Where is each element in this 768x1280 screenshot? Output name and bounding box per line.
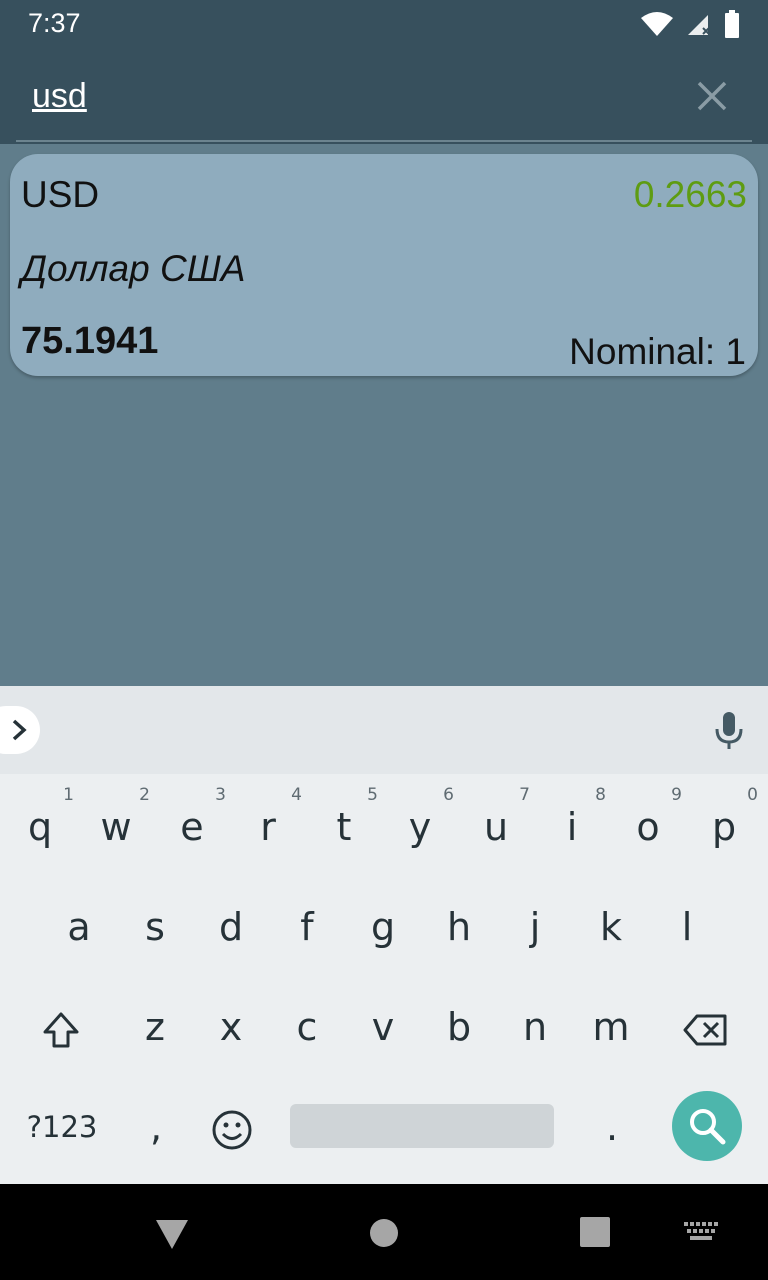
key-label: q bbox=[27, 805, 53, 849]
navigation-bar bbox=[0, 1184, 768, 1280]
key-label: p bbox=[711, 805, 737, 849]
chevron-right-icon bbox=[12, 719, 27, 741]
key-hint: 8 bbox=[595, 785, 606, 805]
keyboard-switch-button[interactable] bbox=[684, 1222, 718, 1247]
currency-card[interactable]: USD 0.2663 Доллар США 75.1941 Nominal: 1 bbox=[10, 154, 758, 376]
key-p[interactable]: p0 bbox=[688, 785, 760, 867]
key-h[interactable]: h bbox=[423, 887, 495, 967]
suggestion-strip bbox=[0, 686, 768, 774]
mic-icon bbox=[715, 712, 743, 749]
currency-nominal: Nominal: 1 bbox=[569, 331, 746, 372]
currency-code: USD bbox=[21, 174, 100, 215]
key-label: w bbox=[100, 805, 132, 849]
key-q[interactable]: q1 bbox=[4, 785, 76, 867]
key-hint: 3 bbox=[215, 785, 226, 805]
search-underline bbox=[16, 140, 752, 142]
key-b[interactable]: b bbox=[423, 987, 495, 1067]
back-icon bbox=[156, 1220, 188, 1249]
key-hint: 9 bbox=[671, 785, 682, 805]
key-label: i bbox=[566, 805, 578, 849]
wifi-icon bbox=[641, 12, 673, 36]
key-k[interactable]: k bbox=[575, 887, 647, 967]
key-l[interactable]: l bbox=[651, 887, 723, 967]
key-y[interactable]: y6 bbox=[384, 785, 456, 867]
key-i[interactable]: i8 bbox=[536, 785, 608, 867]
key-e[interactable]: e3 bbox=[156, 785, 228, 867]
status-time: 7:37 bbox=[28, 8, 81, 38]
close-icon bbox=[697, 81, 727, 111]
key-d[interactable]: d bbox=[195, 887, 267, 967]
key-label: r bbox=[260, 805, 276, 849]
currency-name: Доллар США bbox=[21, 248, 246, 289]
key-hint: 4 bbox=[291, 785, 302, 805]
key-n[interactable]: n bbox=[499, 987, 571, 1067]
key-hint: 7 bbox=[519, 785, 530, 805]
key-o[interactable]: o9 bbox=[612, 785, 684, 867]
key-label: o bbox=[636, 805, 660, 849]
emoji-key[interactable] bbox=[196, 1087, 268, 1167]
voice-input-button[interactable] bbox=[714, 712, 744, 755]
key-hint: 6 bbox=[443, 785, 454, 805]
home-button[interactable] bbox=[369, 1218, 399, 1253]
key-hint: 1 bbox=[63, 785, 74, 805]
key-label: t bbox=[336, 805, 352, 849]
key-r[interactable]: r4 bbox=[232, 785, 304, 867]
key-u[interactable]: u7 bbox=[460, 785, 532, 867]
search-icon bbox=[690, 1109, 726, 1145]
currency-change: 0.2663 bbox=[633, 174, 747, 215]
key-g[interactable]: g bbox=[347, 887, 419, 967]
home-icon bbox=[370, 1219, 398, 1247]
shift-key[interactable] bbox=[25, 987, 97, 1067]
search-bar bbox=[0, 48, 768, 144]
key-w[interactable]: w2 bbox=[80, 785, 152, 867]
emoji-icon bbox=[212, 1110, 252, 1149]
clear-search-button[interactable] bbox=[690, 74, 734, 118]
key-label: y bbox=[408, 805, 432, 849]
key-v[interactable]: v bbox=[347, 987, 419, 1067]
battery-icon bbox=[725, 10, 739, 38]
symbols-key[interactable]: ?123 bbox=[20, 1087, 104, 1167]
key-hint: 2 bbox=[139, 785, 150, 805]
key-t[interactable]: t5 bbox=[308, 785, 380, 867]
back-button[interactable] bbox=[155, 1218, 189, 1255]
expand-toolbar-button[interactable] bbox=[0, 706, 40, 754]
key-label: e bbox=[180, 805, 204, 849]
key-z[interactable]: z bbox=[119, 987, 191, 1067]
status-icons bbox=[640, 10, 740, 38]
status-bar: 7:37 bbox=[0, 0, 768, 48]
signal-icon bbox=[688, 15, 710, 35]
backspace-key[interactable] bbox=[670, 987, 742, 1067]
keyboard-switch-icon bbox=[684, 1222, 718, 1240]
backspace-icon bbox=[683, 1014, 727, 1045]
search-action-key[interactable] bbox=[672, 1091, 742, 1161]
key-a[interactable]: a bbox=[43, 887, 115, 967]
key-label: u bbox=[483, 805, 509, 849]
key-m[interactable]: m bbox=[575, 987, 647, 1067]
search-input[interactable] bbox=[32, 74, 632, 118]
key-j[interactable]: j bbox=[499, 887, 571, 967]
key-x[interactable]: x bbox=[195, 987, 267, 1067]
key-f[interactable]: f bbox=[271, 887, 343, 967]
comma-key[interactable]: , bbox=[120, 1087, 192, 1167]
period-key[interactable]: . bbox=[576, 1087, 648, 1167]
currency-value: 75.1941 bbox=[21, 320, 159, 362]
recents-button[interactable] bbox=[580, 1217, 610, 1252]
key-c[interactable]: c bbox=[271, 987, 343, 1067]
key-hint: 0 bbox=[747, 785, 758, 805]
soft-keyboard: q1w2e3r4t5y6u7i8o9p0 asdfghjkl zxcvbnm ?… bbox=[0, 686, 768, 1184]
key-s[interactable]: s bbox=[119, 887, 191, 967]
space-key[interactable] bbox=[290, 1104, 554, 1148]
shift-icon bbox=[43, 1012, 79, 1047]
recents-icon bbox=[580, 1217, 610, 1247]
key-hint: 5 bbox=[367, 785, 378, 805]
